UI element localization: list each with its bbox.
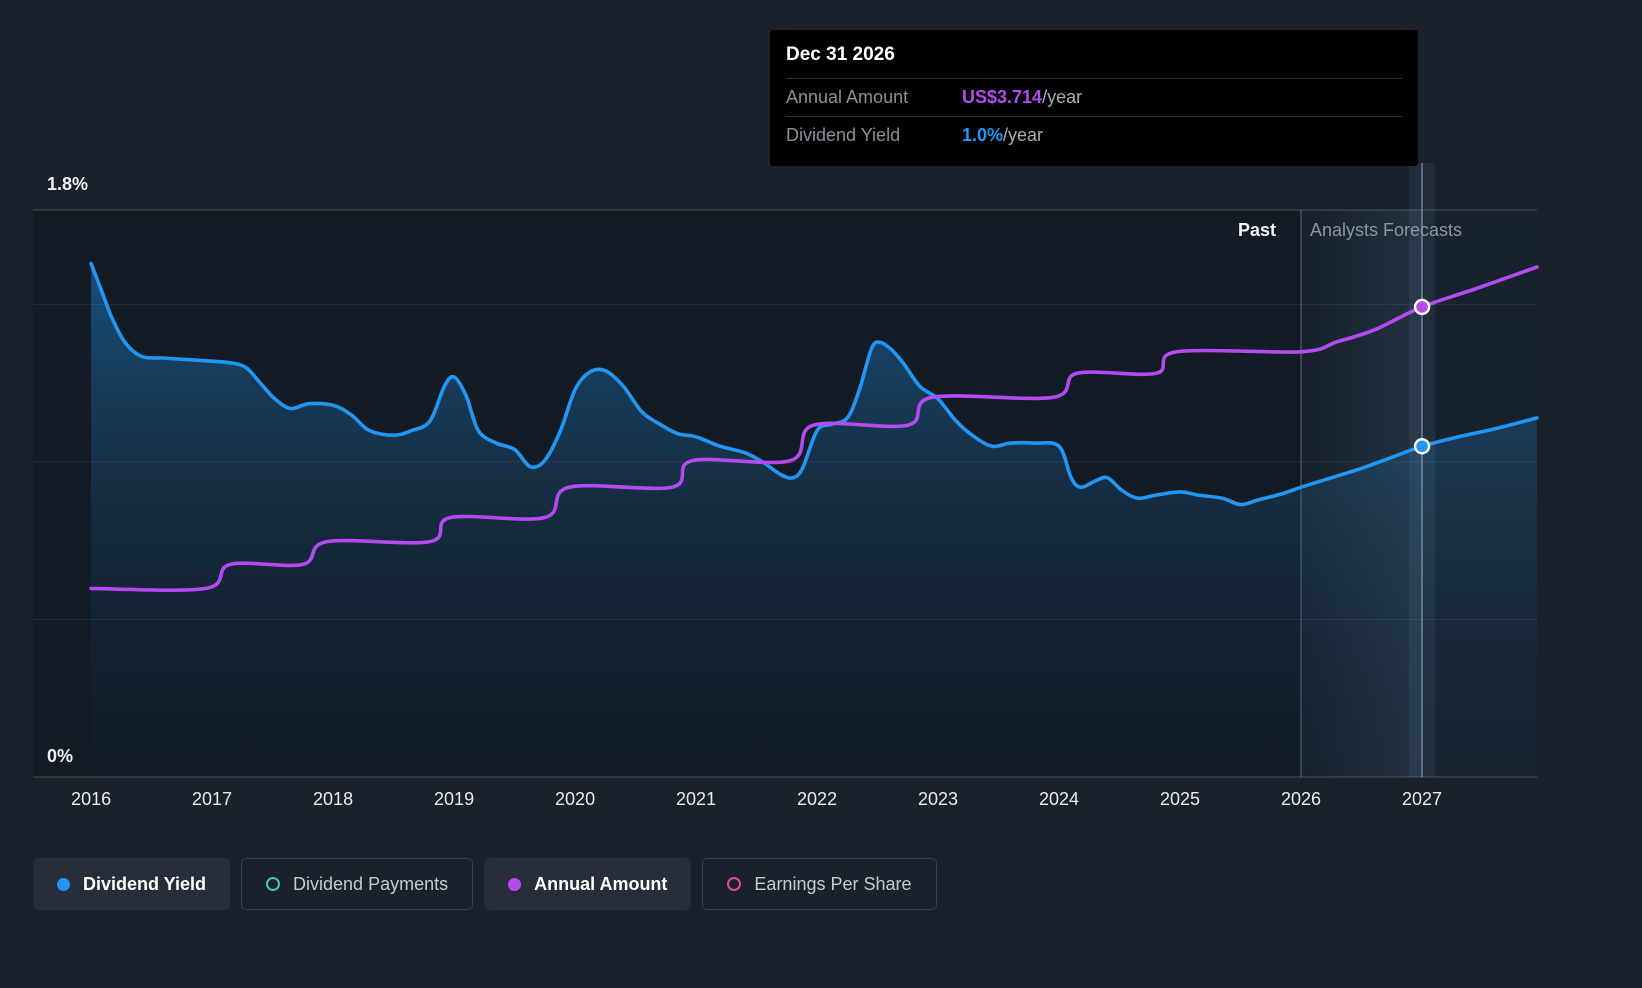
x-axis-tick-2027: 2027 <box>1402 789 1443 809</box>
legend-dividend-payments[interactable]: Dividend Payments <box>241 858 474 910</box>
legend-earnings-per-share[interactable]: Earnings Per Share <box>702 858 937 910</box>
tooltip-annual-amount-label: Annual Amount <box>786 87 909 107</box>
x-axis-tick-2026: 2026 <box>1281 789 1322 809</box>
x-axis-tick-2016: 2016 <box>71 789 112 809</box>
outline-ring-icon <box>727 877 742 891</box>
tooltip-dividend-yield-label: Dividend Yield <box>786 125 901 145</box>
legend-annual-amount[interactable]: Annual Amount <box>484 858 692 910</box>
chart-tooltip: Dec 31 2026 Annual Amount US$3.714 /year… <box>770 30 1418 166</box>
past-label: Past <box>1237 220 1276 240</box>
dividend-chart-panel: 1.8% 0% Past Analysts Forecasts 2016 2017… <box>0 0 1642 988</box>
x-axis-tick-2022: 2022 <box>797 789 838 809</box>
x-axis-tick-2019: 2019 <box>434 789 475 809</box>
x-axis-tick-2020: 2020 <box>555 789 596 809</box>
y-axis-top-label: 1.8% <box>47 174 89 194</box>
legend-label: Dividend Payments <box>293 873 449 894</box>
tooltip-date: Dec 31 2026 <box>786 44 895 65</box>
tooltip-dividend-yield-value: 1.0% <box>962 125 1004 145</box>
x-axis-tick-2023: 2023 <box>918 789 959 809</box>
tooltip-annual-amount-suffix: /year <box>1042 87 1083 107</box>
tooltip-row-annual-amount: Annual Amount US$3.714 /year <box>786 78 1402 116</box>
filled-dot-icon <box>57 877 70 891</box>
dividend-yield-hover-marker[interactable] <box>1413 438 1431 455</box>
analysts-forecasts-label: Analysts Forecasts <box>1310 220 1463 240</box>
annual-amount-hover-marker[interactable] <box>1413 298 1431 316</box>
legend-label: Dividend Yield <box>83 873 207 894</box>
y-axis-bottom-label: 0% <box>47 746 74 766</box>
tooltip-dividend-yield-suffix: /year <box>1003 125 1044 145</box>
x-axis-tick-2025: 2025 <box>1160 789 1201 809</box>
outline-ring-icon <box>266 877 281 891</box>
x-axis-tick-2024: 2024 <box>1039 789 1080 809</box>
x-axis-tick-2018: 2018 <box>313 789 354 809</box>
x-axis-tick-2021: 2021 <box>676 789 717 809</box>
legend-label: Earnings Per Share <box>754 873 912 894</box>
filled-dot-icon <box>508 877 522 891</box>
legend-label: Annual Amount <box>534 873 668 894</box>
tooltip-row-dividend-yield: Dividend Yield 1.0% /year <box>786 116 1402 154</box>
chart-legend: Dividend Yield Dividend Payments Annual Am… <box>33 858 937 910</box>
legend-dividend-yield[interactable]: Dividend Yield <box>33 858 231 910</box>
tooltip-annual-amount-value: US$3.714 <box>962 87 1043 107</box>
x-axis-tick-2017: 2017 <box>192 789 233 809</box>
